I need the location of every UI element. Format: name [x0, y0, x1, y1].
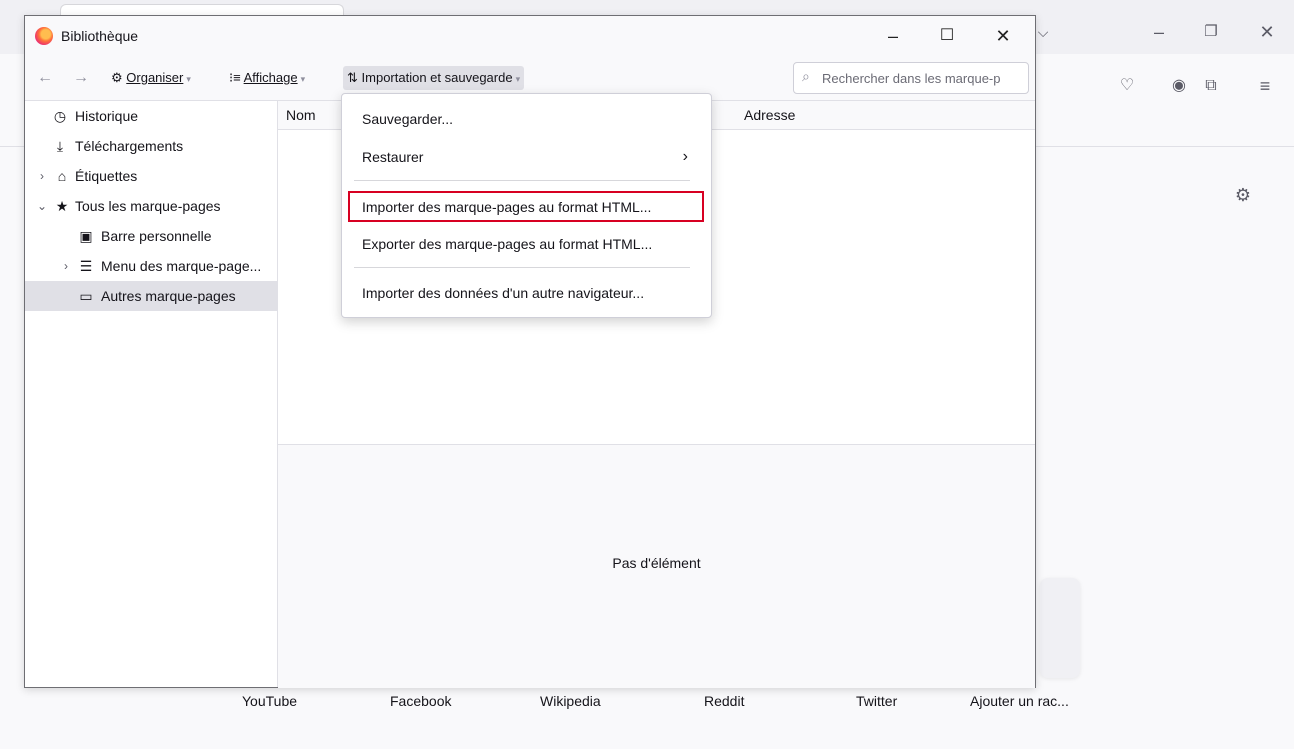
menu-item-import-other-browser[interactable]: Importer des données d'un autre navigate… [350, 277, 702, 309]
sidebar-item-label: Tous les marque-pages [75, 198, 221, 214]
close-button[interactable]: ✕ [983, 22, 1023, 50]
menu-item-restore[interactable]: Restaurer › [350, 141, 702, 173]
chevron-down-icon[interactable]: ⌄ [35, 191, 49, 221]
download-icon: ⤓ [56, 138, 64, 154]
view-list-icon: ⁝≡ [229, 70, 241, 85]
import-backup-label: Importation et sauvegarde [361, 70, 513, 85]
caret-down-icon: ▾ [300, 74, 306, 84]
organize-label: Organiser [126, 70, 184, 85]
shortcut-reddit[interactable]: Reddit [704, 693, 744, 709]
minimize-icon[interactable]: – [1148, 22, 1170, 42]
bookmark-toolbar-icon: ▣ [79, 228, 93, 244]
sidebar-item-bookmarks-toolbar[interactable]: ▣ Barre personnelle [25, 221, 277, 251]
minimize-button[interactable]: – [873, 22, 913, 50]
sidebar-item-bookmarks-menu[interactable]: › ☰ Menu des marque-page... [25, 251, 277, 281]
sidebar-item-other-bookmarks[interactable]: ▭ Autres marque-pages [25, 281, 277, 311]
clock-icon: ◷ [53, 108, 67, 124]
shortcut-wikipedia[interactable]: Wikipedia [540, 693, 601, 709]
details-pane: Pas d'élément [278, 444, 1035, 688]
caret-down-icon: ▾ [186, 74, 191, 84]
sidebar-item-label: Autres marque-pages [101, 288, 236, 304]
title-bar: Bibliothèque – ☐ ✕ [25, 16, 1035, 56]
menu-separator [354, 267, 690, 268]
star-icon: ★ [55, 198, 69, 214]
menu-item-backup[interactable]: Sauvegarder... [350, 103, 702, 135]
restore-icon[interactable]: ❐ [1200, 22, 1222, 42]
shortcut-twitter[interactable]: Twitter [856, 693, 897, 709]
menu-item-export-html[interactable]: Exporter des marque-pages au format HTML… [350, 228, 702, 260]
import-backup-dropdown: Sauvegarder... Restaurer › Importer des … [341, 93, 712, 318]
menu-icon[interactable]: ≡ [1254, 76, 1276, 96]
sidebar-item-downloads[interactable]: ⤓ Téléchargements [25, 131, 277, 161]
search-input[interactable] [820, 63, 1028, 93]
sidebar-item-label: Historique [75, 108, 139, 124]
account-icon[interactable]: ◉ [1168, 76, 1190, 96]
shortcut-add[interactable]: Ajouter un rac... [970, 693, 1069, 709]
organize-menu-button[interactable]: ⚙ Organiser ▾ [107, 66, 195, 90]
sidebar-item-label: Téléchargements [75, 138, 184, 154]
back-arrow-icon[interactable]: ← [33, 66, 57, 90]
maximize-button[interactable]: ☐ [927, 22, 967, 50]
sidebar-item-all-bookmarks[interactable]: ⌄ ★ Tous les marque-pages [25, 191, 277, 221]
sidebar-item-tags[interactable]: › ⌂ Étiquettes [25, 161, 277, 191]
forward-arrow-icon[interactable]: → [69, 66, 93, 90]
chevron-right-icon: › [682, 148, 688, 165]
shortcut-youtube[interactable]: YouTube [242, 693, 297, 709]
close-icon[interactable]: ✕ [1256, 22, 1278, 42]
menu-separator [354, 180, 690, 181]
window-title: Bibliothèque [61, 28, 139, 44]
sidebar-item-label: Barre personnelle [101, 228, 212, 244]
search-box[interactable]: ⌕ [793, 62, 1029, 94]
sidebar-item-label: Menu des marque-page... [101, 258, 262, 274]
bookmark-menu-icon: ☰ [79, 258, 93, 274]
firefox-logo-icon [35, 27, 53, 45]
caret-down-icon: ▾ [515, 74, 521, 84]
chevron-right-icon[interactable]: › [35, 161, 49, 191]
shortcut-facebook[interactable]: Facebook [390, 693, 451, 709]
library-sidebar: ◷ Historique ⤓ Téléchargements › ⌂ Étiqu… [25, 101, 278, 687]
view-label: Affichage [243, 70, 298, 85]
extensions-icon[interactable]: ⧉ [1200, 76, 1222, 96]
view-menu-button[interactable]: ⁝≡ Affichage ▾ [225, 66, 309, 90]
column-header-name[interactable]: Nom [286, 107, 316, 123]
shortcut-card[interactable] [1040, 578, 1080, 678]
sidebar-item-label: Étiquettes [75, 168, 138, 184]
import-export-arrows-icon: ⇅ [347, 70, 358, 85]
settings-gear-icon[interactable]: ⚙ [1232, 185, 1254, 205]
highlight-box [348, 191, 704, 222]
chevron-right-icon[interactable]: › [59, 251, 73, 281]
menu-item-restore-label: Restaurer [362, 149, 424, 165]
empty-state-text: Pas d'élément [612, 555, 701, 571]
folder-icon: ▭ [79, 288, 93, 304]
gear-icon: ⚙ [111, 70, 123, 85]
import-backup-menu-button[interactable]: ⇅ Importation et sauvegarde ▾ [343, 66, 525, 90]
tag-icon: ⌂ [57, 168, 67, 184]
column-header-address[interactable]: Adresse [744, 107, 795, 123]
search-icon: ⌕ [802, 68, 810, 84]
pocket-icon[interactable]: ♡ [1116, 76, 1138, 96]
sidebar-item-history[interactable]: ◷ Historique [25, 101, 277, 131]
